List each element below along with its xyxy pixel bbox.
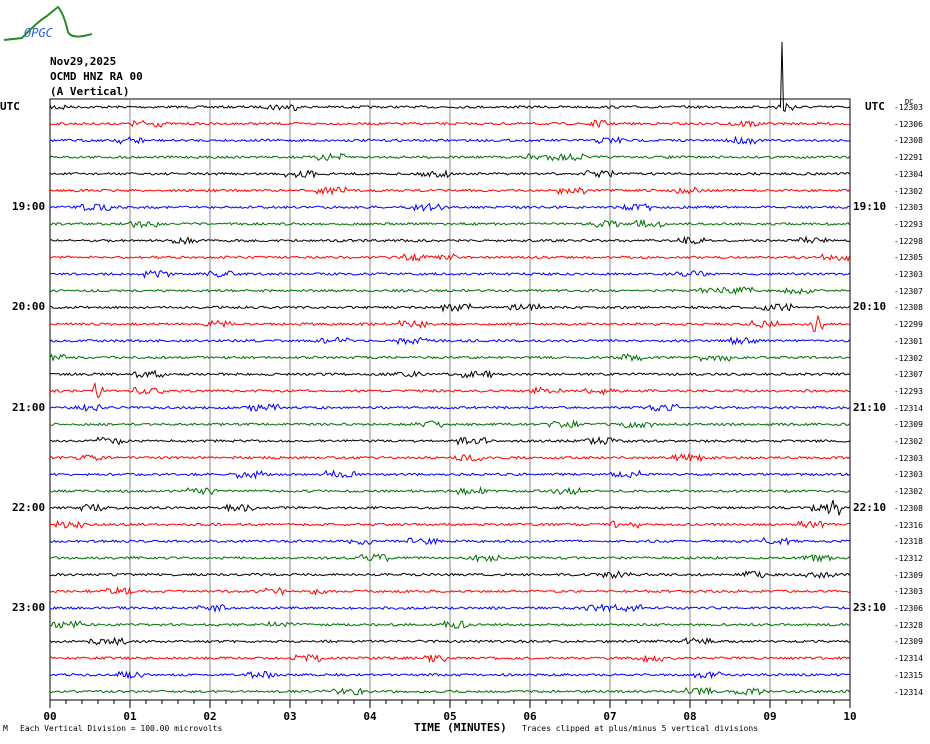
dc-offset: -12304 xyxy=(894,169,923,179)
x-tick-label: 01 xyxy=(123,710,137,723)
dc-offset: -12302 xyxy=(894,487,923,497)
x-tick-label: 07 xyxy=(603,710,616,723)
station-label: OCMD HNZ RA 00 xyxy=(50,70,143,83)
dc-offset: -12309 xyxy=(894,637,923,647)
dc-offset: -12303 xyxy=(894,453,923,463)
dc-offset: -12307 xyxy=(894,370,923,380)
dc-offset: -12318 xyxy=(894,537,923,547)
x-tick-label: 03 xyxy=(283,710,296,723)
dc-offset: -12293 xyxy=(894,386,923,396)
dc-offset: -12302 xyxy=(894,353,923,363)
clip-note: Traces clipped at plus/minus 5 vertical … xyxy=(522,724,759,733)
dc-offset: -12309 xyxy=(894,570,923,580)
time-label-left: 22:00 xyxy=(12,500,46,514)
dc-offset: -12298 xyxy=(894,236,923,246)
dc-offset: -12314 xyxy=(894,654,923,664)
dc-offset: -12308 xyxy=(894,303,923,313)
x-axis-title: TIME (MINUTES) xyxy=(414,721,507,734)
time-label-left: 21:00 xyxy=(12,400,46,414)
time-label-left: 19:00 xyxy=(12,200,46,214)
dc-offset: -12314 xyxy=(894,687,923,697)
time-label-left: 20:00 xyxy=(12,300,46,314)
dc-offset: -12301 xyxy=(894,336,923,346)
time-label-right: 20:10 xyxy=(853,300,887,314)
time-label-left: UTC xyxy=(0,100,20,113)
dc-offset: -12293 xyxy=(894,219,923,229)
dc-offset: -12303 xyxy=(894,203,923,213)
dc-offset: -12291 xyxy=(894,153,923,163)
component-label: (A Vertical) xyxy=(50,85,130,98)
x-tick-label: 04 xyxy=(363,710,377,723)
dc-offset: -12305 xyxy=(894,253,923,263)
corner-mark: M xyxy=(3,724,8,733)
dc-offset: -12328 xyxy=(894,620,923,630)
dc-offset: -12299 xyxy=(894,320,923,330)
x-tick-label: 06 xyxy=(523,710,537,723)
dc-offset: -12316 xyxy=(894,520,923,530)
time-label-left: 23:00 xyxy=(12,601,46,614)
dc-offset: -12302 xyxy=(894,437,923,446)
dc-offset: -12308 xyxy=(894,136,923,146)
dc-offset: -12307 xyxy=(894,286,923,296)
x-tick-label: 10 xyxy=(843,710,856,723)
dc-offset: -12303 xyxy=(894,270,923,279)
helicorder-plot: 00 01 02 03 04 05 06 07 08 09 10 xyxy=(43,41,857,723)
date-label: Nov29,2025 xyxy=(50,55,117,68)
time-label-right: 21:10 xyxy=(853,400,887,414)
x-tick-label: 00 xyxy=(43,710,56,723)
opgc-logo: OPGC xyxy=(2,2,92,42)
x-tick-label: 02 xyxy=(203,710,216,723)
dc-offset: -12303 xyxy=(894,587,923,597)
dc-offset: -12314 xyxy=(894,403,923,413)
dc-offset: -12302 xyxy=(894,186,923,196)
time-label-right: 19:10 xyxy=(853,200,887,214)
dc-offset: -12315 xyxy=(894,670,923,680)
dc-offset: -12309 xyxy=(894,420,923,430)
dc-offset: -12306 xyxy=(894,119,923,129)
scale-note: Each Vertical Division = 100.00 microvol… xyxy=(20,724,223,733)
dc-offset: -12306 xyxy=(894,604,923,613)
dc-offset: -12303 xyxy=(894,470,923,480)
x-tick-label: 08 xyxy=(683,710,696,723)
logo-text: OPGC xyxy=(24,26,53,40)
dc-offset: -12312 xyxy=(894,553,923,563)
time-label-right: UTC xyxy=(865,100,885,113)
time-label-right: 23:10 xyxy=(853,601,887,614)
dc-offset: -12308 xyxy=(894,503,923,513)
time-label-right: 22:10 xyxy=(853,500,887,514)
x-tick-label: 09 xyxy=(763,710,776,723)
dc-header: DC xyxy=(905,98,914,106)
